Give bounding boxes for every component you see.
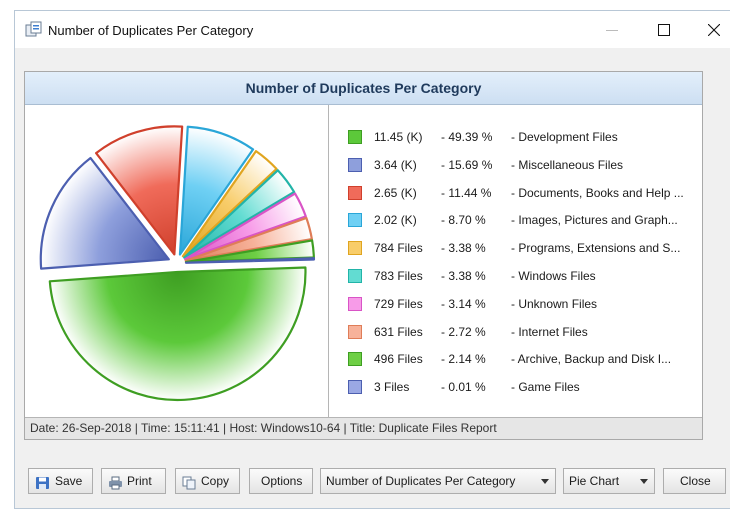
legend-value: 2.65 (K) [374, 185, 417, 200]
legend-value: 783 Files [374, 269, 423, 283]
legend-row: 11.45 (K) - 49.39 % - Development Files [329, 123, 702, 151]
options-label: Options [261, 474, 303, 488]
legend-value: 2.02 (K) [374, 213, 417, 228]
legend-percent: - 3.38 % [441, 269, 486, 283]
legend-percent: - 2.72 % [441, 324, 486, 339]
legend-swatch [348, 213, 362, 228]
maximize-icon [658, 24, 670, 36]
chevron-down-icon [541, 479, 549, 484]
legend-value: 11.45 (K) [374, 130, 423, 144]
legend-percent: - 3.38 % [441, 241, 486, 256]
legend-percent: - 49.39 % [441, 130, 493, 144]
legend-value: 729 Files [374, 296, 423, 311]
chart-legend: 11.45 (K) - 49.39 % - Development Files 3.6… [329, 105, 702, 418]
legend-swatch [348, 130, 362, 144]
chart-type-select[interactable]: Pie Chart [563, 468, 655, 494]
legend-row: 2.02 (K) - 8.70 % - Images, Pictures and G… [329, 206, 702, 234]
legend-label: - Windows Files [511, 269, 596, 283]
pie-chart [39, 125, 316, 402]
legend-value: 631 Files [374, 324, 423, 339]
save-button[interactable]: Save [28, 468, 93, 494]
maximize-button[interactable] [641, 11, 687, 48]
window-title: Number of Duplicates Per Category [48, 23, 254, 38]
options-button[interactable]: Options [249, 468, 313, 494]
legend-swatch [348, 380, 362, 395]
copy-label: Copy [201, 474, 230, 488]
legend-row: 2.65 (K) - 11.44 % - Documents, Books and … [329, 179, 702, 207]
legend-percent: - 2.14 % [441, 352, 486, 367]
legend-swatch [348, 185, 362, 200]
print-label: Print [127, 474, 152, 488]
legend-percent: - 3.14 % [441, 296, 486, 311]
legend-label: - Programs, Extensions and S... [511, 241, 681, 256]
legend-row: 729 Files - 3.14 % - Unknown Files [329, 290, 702, 318]
close-label: Close [680, 474, 711, 488]
close-icon [708, 24, 720, 36]
legend-percent: - 0.01 % [441, 380, 486, 395]
legend-label: - Images, Pictures and Graph... [511, 213, 678, 228]
legend-value: 496 Files [374, 352, 423, 367]
legend-label: - Archive, Backup and Disk I... [511, 352, 672, 367]
title-bar: Number of Duplicates Per Category [15, 11, 730, 48]
legend-swatch [348, 157, 362, 172]
report-type-value: Number of Duplicates Per Category [326, 474, 516, 488]
printer-icon [108, 474, 123, 490]
legend-value: 3.64 (K) [374, 157, 417, 172]
legend-label: - Documents, Books and Help ... [511, 185, 684, 200]
legend-row: 631 Files - 2.72 % - Internet Files [329, 318, 702, 346]
close-button[interactable]: Close [663, 468, 726, 494]
report-footer: Date: 26-Sep-2018 | Time: 15:11:41 | Hos… [25, 417, 702, 439]
floppy-disk-icon [35, 474, 50, 489]
app-icon [25, 21, 43, 37]
report-type-select[interactable]: Number of Duplicates Per Category [320, 468, 556, 494]
legend-label: - Internet Files [511, 324, 588, 339]
legend-percent: - 8.70 % [441, 213, 486, 228]
minimize-button[interactable] [589, 11, 635, 48]
legend-swatch [348, 269, 362, 283]
legend-swatch [348, 241, 362, 256]
pie-slice [48, 266, 307, 402]
chart-type-value: Pie Chart [569, 474, 620, 488]
legend-row: 783 Files - 3.38 % - Windows Files [329, 262, 702, 290]
close-window-button[interactable] [691, 11, 730, 48]
legend-value: 3 Files [374, 380, 410, 395]
report-header: Number of Duplicates Per Category [25, 72, 702, 105]
save-label: Save [55, 474, 83, 488]
legend-label: - Development Files [511, 130, 618, 144]
legend-swatch [348, 324, 362, 339]
legend-percent: - 15.69 % [441, 157, 493, 172]
print-button[interactable]: Print [101, 468, 166, 494]
legend-swatch [348, 352, 362, 367]
legend-value: 784 Files [374, 241, 423, 256]
legend-label: - Game Files [511, 380, 580, 395]
legend-label: - Miscellaneous Files [511, 157, 624, 172]
copy-icon [182, 474, 197, 490]
legend-percent: - 11.44 % [441, 185, 492, 200]
legend-swatch [348, 296, 362, 311]
legend-row: 3 Files - 0.01 % - Game Files [329, 373, 702, 401]
copy-button[interactable]: Copy [175, 468, 240, 494]
report-panel: Number of Duplicates Per Category 11.45 … [24, 71, 703, 440]
pie-chart-area [25, 105, 328, 418]
legend-row: 496 Files - 2.14 % - Archive, Backup and D… [329, 345, 702, 373]
minimize-icon [606, 30, 618, 31]
legend-row: 3.64 (K) - 15.69 % - Miscellaneous Files [329, 151, 702, 179]
chevron-down-icon [640, 479, 648, 484]
legend-row: 784 Files - 3.38 % - Programs, Extensions … [329, 234, 702, 262]
legend-label: - Unknown Files [511, 296, 598, 311]
